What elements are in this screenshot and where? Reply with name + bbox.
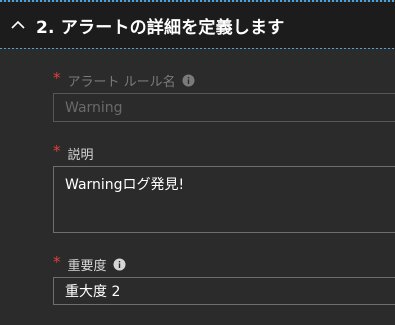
rule-name-label-row: * アラート ルール名 [53, 69, 195, 90]
chevron-up-icon[interactable] [10, 17, 26, 33]
focus-outline-bottom [0, 48, 395, 49]
rule-name-label: アラート ルール名 [67, 74, 176, 90]
severity-label-row: * 重要度 [53, 253, 126, 274]
rule-name-input[interactable]: Warning [53, 93, 395, 122]
section-title: 2. アラートの詳細を定義します [36, 17, 285, 38]
severity-select[interactable]: 重大度 2 [53, 277, 395, 305]
required-marker: * [53, 69, 61, 87]
description-label-row: * 説明 [53, 142, 94, 163]
required-marker: * [53, 142, 61, 160]
severity-label: 重要度 [67, 258, 107, 274]
alert-details-panel: 2. アラートの詳細を定義します * アラート ルール名 Warning * 説… [0, 0, 395, 325]
section-header[interactable]: 2. アラートの詳細を定義します [0, 2, 395, 48]
required-marker: * [53, 253, 61, 271]
description-textarea[interactable]: Warningログ発見! [53, 166, 395, 233]
info-icon[interactable] [182, 74, 195, 87]
description-label: 説明 [67, 147, 94, 163]
info-icon[interactable] [113, 258, 126, 271]
